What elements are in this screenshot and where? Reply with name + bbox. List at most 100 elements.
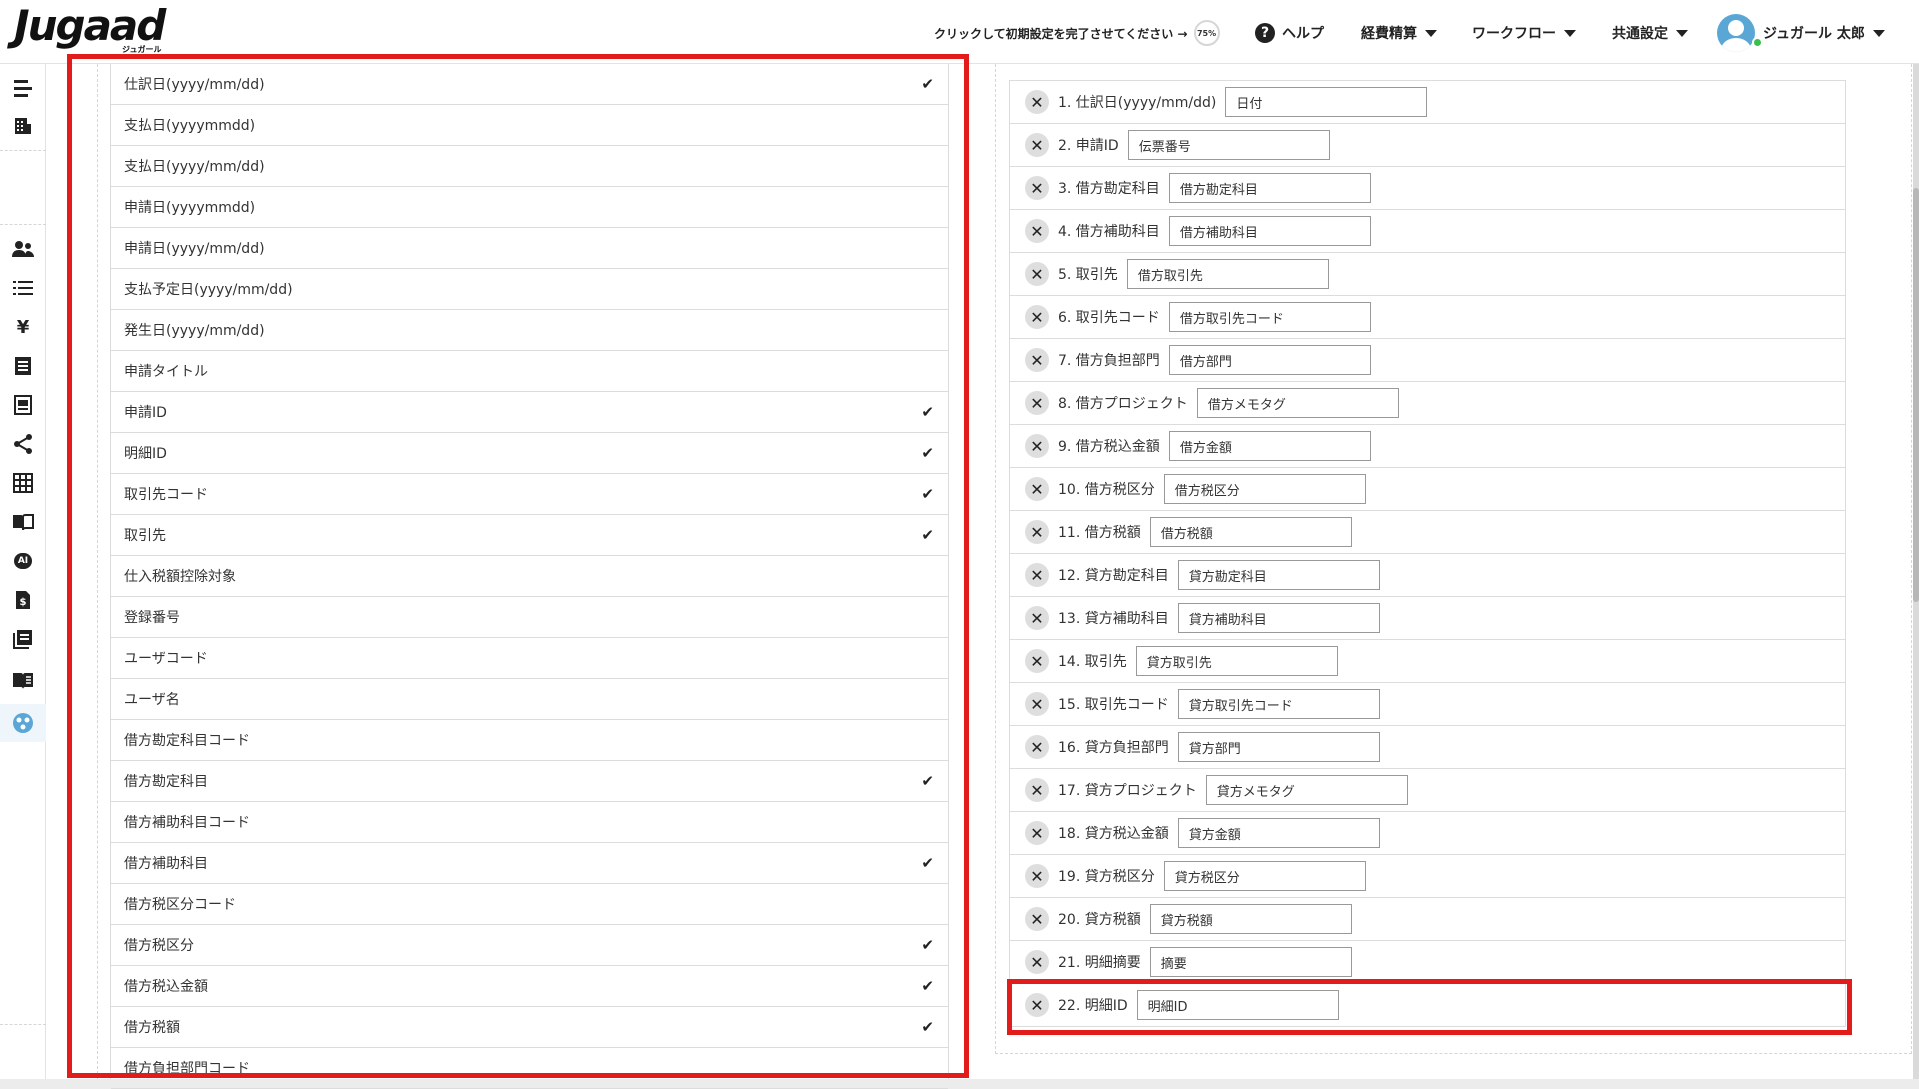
help-icon: ? bbox=[1255, 23, 1275, 43]
sidebar-divider bbox=[0, 224, 46, 225]
online-status-dot bbox=[1752, 37, 1763, 48]
remove-mapping-button[interactable]: ✕ bbox=[1025, 391, 1049, 415]
remove-mapping-button[interactable]: ✕ bbox=[1025, 133, 1049, 157]
user-menu[interactable]: ジュガール 太郎 bbox=[1717, 14, 1885, 52]
remove-mapping-button[interactable]: ✕ bbox=[1025, 692, 1049, 716]
setup-progress-link[interactable]: クリックして初期設定を完了させてください → 75% bbox=[934, 20, 1220, 46]
mapping-name-input[interactable] bbox=[1196, 388, 1399, 418]
remove-mapping-button[interactable]: ✕ bbox=[1025, 606, 1049, 630]
grid-icon[interactable] bbox=[11, 471, 35, 495]
ai-chat-icon[interactable]: AI bbox=[11, 549, 35, 573]
remove-mapping-button[interactable]: ✕ bbox=[1025, 434, 1049, 458]
mapping-label: 9. 借方税込金額 bbox=[1058, 439, 1160, 455]
logo-text: Jugaad bbox=[14, 1, 166, 50]
remove-mapping-button[interactable]: ✕ bbox=[1025, 735, 1049, 759]
mapping-label: 4. 借方補助科目 bbox=[1058, 224, 1160, 240]
mapping-name-input[interactable] bbox=[1225, 87, 1428, 117]
list-icon[interactable] bbox=[11, 276, 35, 300]
mapping-row: ✕ 7. 借方負担部門 bbox=[1010, 339, 1845, 382]
mapping-label: 8. 借方プロジェクト bbox=[1058, 396, 1188, 412]
menu-expense[interactable]: 経費精算 bbox=[1361, 20, 1437, 46]
mapping-name-input[interactable] bbox=[1149, 517, 1352, 547]
remove-mapping-button[interactable]: ✕ bbox=[1025, 477, 1049, 501]
chevron-down-icon bbox=[1676, 29, 1688, 37]
mapping-label: 15. 取引先コード bbox=[1058, 697, 1169, 713]
mapping-name-input[interactable] bbox=[1168, 173, 1371, 203]
mapping-row: ✕ 10. 借方税区分 bbox=[1010, 468, 1845, 511]
mapping-name-input[interactable] bbox=[1168, 431, 1371, 461]
mapping-row: ✕ 9. 借方税込金額 bbox=[1010, 425, 1845, 468]
mapping-name-input[interactable] bbox=[1177, 560, 1380, 590]
user-name: ジュガール 太郎 bbox=[1763, 26, 1865, 42]
mapping-label: 20. 貸方税額 bbox=[1058, 912, 1141, 928]
mapping-name-input[interactable] bbox=[1126, 259, 1329, 289]
users-icon[interactable] bbox=[11, 237, 35, 261]
menu-common-settings-label: 共通設定 bbox=[1612, 26, 1668, 42]
invoice-icon[interactable]: $ bbox=[11, 588, 35, 612]
share-icon[interactable] bbox=[11, 432, 35, 456]
remove-mapping-button[interactable]: ✕ bbox=[1025, 649, 1049, 673]
mapping-name-input[interactable] bbox=[1149, 947, 1352, 977]
mapping-row: ✕ 20. 貸方税額 bbox=[1010, 898, 1845, 941]
remove-mapping-button[interactable]: ✕ bbox=[1025, 176, 1049, 200]
help-menu[interactable]: ? ヘルプ bbox=[1255, 20, 1324, 46]
building-icon[interactable] bbox=[11, 114, 35, 138]
menu-workflow[interactable]: ワークフロー bbox=[1472, 20, 1576, 46]
remove-mapping-button[interactable]: ✕ bbox=[1025, 90, 1049, 114]
mapping-name-input[interactable] bbox=[1177, 689, 1380, 719]
remove-mapping-button[interactable]: ✕ bbox=[1025, 262, 1049, 286]
remove-mapping-button[interactable]: ✕ bbox=[1025, 907, 1049, 931]
receipt-icon[interactable] bbox=[11, 393, 35, 417]
mapping-label: 5. 取引先 bbox=[1058, 267, 1118, 283]
mapping-row: ✕ 12. 貸方勘定科目 bbox=[1010, 554, 1845, 597]
mapping-name-input[interactable] bbox=[1163, 474, 1366, 504]
menu-common-settings[interactable]: 共通設定 bbox=[1612, 20, 1688, 46]
integration-icon[interactable] bbox=[0, 704, 46, 742]
remove-mapping-button[interactable]: ✕ bbox=[1025, 778, 1049, 802]
mapping-row: ✕ 13. 貸方補助科目 bbox=[1010, 597, 1845, 640]
remove-mapping-button[interactable]: ✕ bbox=[1025, 821, 1049, 845]
mapping-list: ✕1. 仕訳日(yyyy/mm/dd) ✕2. 申請ID ✕3. 借方勘定科目 … bbox=[1009, 80, 1846, 1027]
mapping-name-input[interactable] bbox=[1127, 130, 1330, 160]
sidebar-toggle-icon[interactable] bbox=[11, 76, 35, 100]
sidebar: ¥ AI $ bbox=[0, 64, 46, 1079]
mapping-name-input[interactable] bbox=[1168, 345, 1371, 375]
remove-mapping-button[interactable]: ✕ bbox=[1025, 950, 1049, 974]
mapping-label: 21. 明細摘要 bbox=[1058, 955, 1141, 971]
catalog-icon[interactable] bbox=[11, 627, 35, 651]
document-icon[interactable] bbox=[11, 354, 35, 378]
book-icon[interactable] bbox=[11, 510, 35, 534]
mapping-name-input[interactable] bbox=[1149, 904, 1352, 934]
mapping-row: ✕ 4. 借方補助科目 bbox=[1010, 210, 1845, 253]
sidebar-divider bbox=[0, 150, 46, 151]
remove-mapping-button[interactable]: ✕ bbox=[1025, 348, 1049, 372]
manual-icon[interactable] bbox=[11, 669, 35, 693]
remove-mapping-button[interactable]: ✕ bbox=[1025, 520, 1049, 544]
yen-icon[interactable]: ¥ bbox=[11, 315, 35, 339]
mapping-name-input[interactable] bbox=[1168, 216, 1371, 246]
mapping-name-input[interactable] bbox=[1177, 603, 1380, 633]
jugaad-logo[interactable]: Jugaad ジュガール bbox=[14, 1, 166, 55]
mapping-row: ✕ 3. 借方勘定科目 bbox=[1010, 167, 1845, 210]
mapping-name-input[interactable] bbox=[1205, 775, 1408, 805]
mapping-row: ✕ 8. 借方プロジェクト bbox=[1010, 382, 1845, 425]
remove-mapping-button[interactable]: ✕ bbox=[1025, 305, 1049, 329]
mapping-name-input[interactable] bbox=[1177, 732, 1380, 762]
mapping-row: ✕ 18. 貸方税込金額 bbox=[1010, 812, 1845, 855]
scrollbar-thumb[interactable] bbox=[1913, 188, 1919, 602]
remove-mapping-button[interactable]: ✕ bbox=[1025, 563, 1049, 587]
remove-mapping-button[interactable]: ✕ bbox=[1025, 864, 1049, 888]
mapping-row: ✕ 16. 貸方負担部門 bbox=[1010, 726, 1845, 769]
chevron-down-icon bbox=[1564, 29, 1576, 37]
mapping-row: ✕ 14. 取引先 bbox=[1010, 640, 1845, 683]
remove-mapping-button[interactable]: ✕ bbox=[1025, 219, 1049, 243]
sidebar-divider bbox=[0, 1024, 46, 1025]
page-scrollbar[interactable] bbox=[1913, 64, 1919, 1079]
mapping-row: ✕ 21. 明細摘要 bbox=[1010, 941, 1845, 984]
mapping-name-input[interactable] bbox=[1163, 861, 1366, 891]
mapping-label: 18. 貸方税込金額 bbox=[1058, 826, 1169, 842]
mapping-name-input[interactable] bbox=[1177, 818, 1380, 848]
mapping-label: 7. 借方負担部門 bbox=[1058, 353, 1160, 369]
mapping-name-input[interactable] bbox=[1135, 646, 1338, 676]
mapping-name-input[interactable] bbox=[1168, 302, 1371, 332]
